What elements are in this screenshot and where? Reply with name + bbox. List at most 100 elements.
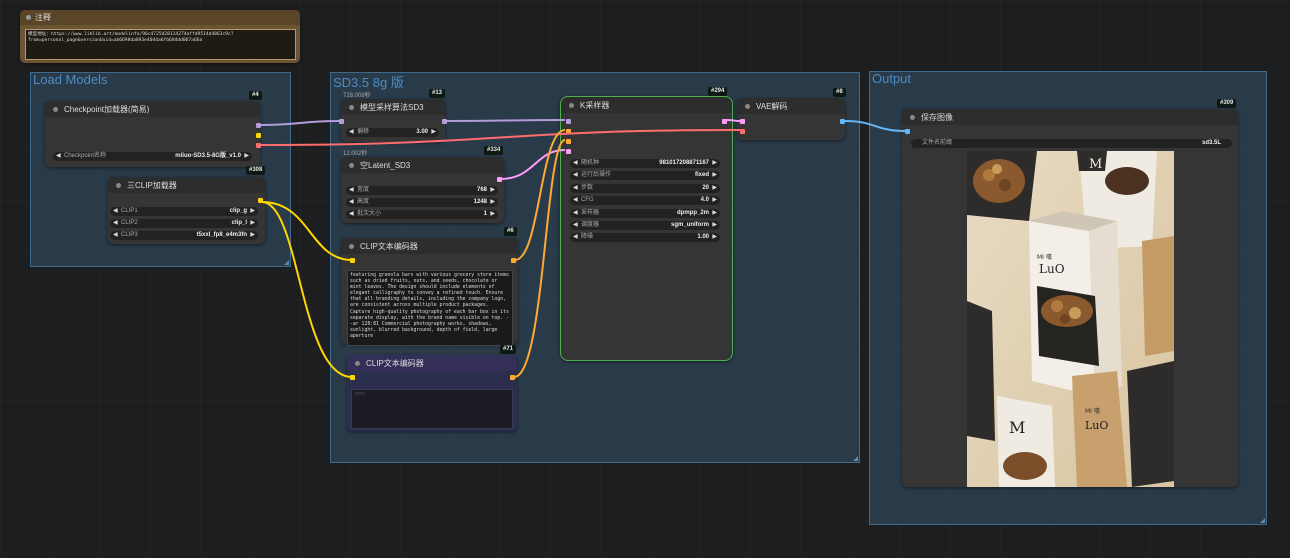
arrow-left-icon[interactable]: ◀ [573,221,578,230]
filename-prefix-input[interactable]: 文件名前缀 sd3.5L [911,139,1232,148]
arrow-right-icon[interactable]: ▶ [712,171,717,180]
checkpoint-loader-node[interactable]: Checkpoint加载器(简易) ◀ Checkpoint名称 miluo-S… [45,101,261,167]
input-port-model[interactable] [566,119,571,124]
input-port-model[interactable] [339,119,344,124]
input-port-vae[interactable] [740,129,745,134]
arrow-right-icon[interactable]: ▶ [431,128,436,137]
arrow-right-icon[interactable]: ▶ [712,184,717,193]
node-title: CLIP文本编码器 [366,359,424,368]
arrow-left-icon[interactable]: ◀ [113,231,118,240]
node-status-dot-icon [910,115,915,120]
width-number-input[interactable]: ◀ 宽度 768 ▶ [346,186,498,195]
arrow-left-icon[interactable]: ◀ [349,210,354,219]
arrow-right-icon[interactable]: ▶ [250,207,255,216]
group-resize-handle[interactable] [284,260,289,265]
output-port-image[interactable] [840,119,845,124]
svg-text:M: M [1009,418,1025,437]
note-node[interactable]: 注释 模型地址：https://www.liblib.art/modelinfo… [20,10,300,63]
node-title: 三CLIP加载器 [127,181,177,190]
arrow-right-icon[interactable]: ▶ [490,198,495,207]
input-port-images[interactable] [905,129,910,134]
arrow-right-icon[interactable]: ▶ [712,221,717,230]
output-port-model[interactable] [442,119,447,124]
arrow-left-icon[interactable]: ◀ [573,184,578,193]
positive-prompt-textarea[interactable]: featuring granola bars with various groc… [347,270,513,346]
group-title-load-models: Load Models [33,72,108,87]
clip1-combo[interactable]: ◀ CLIP1 clip_g ▶ [110,207,258,216]
arrow-left-icon[interactable]: ◀ [573,171,578,180]
output-port-clip[interactable] [256,133,261,138]
arrow-right-icon[interactable]: ▶ [490,186,495,195]
arrow-right-icon[interactable]: ▶ [250,219,255,228]
batch-size-number-input[interactable]: ◀ 批次大小 1 ▶ [346,210,498,219]
ksampler-param-widget[interactable]: ◀ 调度器 sgm_uniform ▶ [570,221,720,230]
node-id-badge: #8 [833,88,846,97]
box-top-left [967,151,1037,221]
shift-number-input[interactable]: ◀ 偏移 3.00 ▶ [346,128,439,137]
arrow-right-icon[interactable]: ▶ [250,231,255,240]
output-port-conditioning[interactable] [511,258,516,263]
arrow-right-icon[interactable]: ▶ [244,152,249,161]
output-port-model[interactable] [256,123,261,128]
ksampler-node[interactable]: K采样器 ◀ 随机种 981017208871167 ▶ ◀ 运行后操作 fixed ▶ ◀ 步数… [560,96,733,361]
arrow-left-icon[interactable]: ◀ [113,219,118,228]
output-port-latent[interactable] [497,177,502,182]
model-sampling-sd3-node[interactable]: 模型采样算法SD3 ◀ 偏移 3.00 ▶ [339,99,447,142]
arrow-left-icon[interactable]: ◀ [573,233,578,242]
arrow-right-icon[interactable]: ▶ [712,209,717,218]
node-status-dot-icon [569,103,574,108]
output-port-latent[interactable] [722,119,727,124]
group-resize-handle[interactable] [1260,518,1265,523]
output-port-conditioning[interactable] [510,375,515,380]
checkpoint-name-combo[interactable]: ◀ Checkpoint名称 miluo-SD3.5-8G版_v1.0 ▶ [53,152,252,161]
arrow-right-icon[interactable]: ▶ [490,210,495,219]
node-status-dot-icon [116,183,121,188]
node-title: 空Latent_SD3 [360,161,411,170]
height-number-input[interactable]: ◀ 高度 1248 ▶ [346,198,498,207]
input-port-clip[interactable] [350,375,355,380]
generated-preview-image[interactable]: M MI 嘆 LuO M MI 嘆 LuO [967,151,1174,487]
triple-clip-loader-node[interactable]: 三CLIP加载器 ◀ CLIP1 clip_g ▶ ◀ CLIP2 clip_l… [108,177,265,244]
ksampler-param-widget[interactable]: ◀ 采样器 dpmpp_2m ▶ [570,208,720,218]
input-port-positive[interactable] [566,129,571,134]
arrow-right-icon[interactable]: ▶ [712,159,717,168]
arrow-left-icon[interactable]: ◀ [573,209,578,218]
ksampler-param-widget[interactable]: ◀ 降噪 1.00 ▶ [570,233,720,243]
node-id-badge: #13 [429,89,446,98]
empty-latent-sd3-node[interactable]: 空Latent_SD3 ◀ 宽度 768 ▶ ◀ 高度 1248 ▶ ◀ 批次大… [341,157,504,223]
ksampler-param-widget[interactable]: ◀ CFG 4.0 ▶ [570,196,720,206]
ksampler-param-widget[interactable]: ◀ 运行后操作 fixed ▶ [570,171,720,181]
arrow-left-icon[interactable]: ◀ [349,198,354,207]
negative-prompt-textarea[interactable]: text [351,389,513,429]
arrow-left-icon[interactable]: ◀ [573,196,578,205]
node-title: CLIP文本编码器 [360,242,418,251]
clip2-combo[interactable]: ◀ CLIP2 clip_l ▶ [110,219,258,228]
vae-decode-node[interactable]: VAE解码 [737,98,845,140]
arrow-left-icon[interactable]: ◀ [573,159,578,168]
arrow-right-icon[interactable]: ▶ [712,196,717,205]
input-port-latent[interactable] [566,149,571,154]
group-resize-handle[interactable] [853,456,858,461]
clip-text-encode-negative-node[interactable]: CLIP文本编码器 text [347,355,517,431]
node-id-badge: #294 [708,87,728,96]
arrow-left-icon[interactable]: ◀ [349,186,354,195]
input-port-samples[interactable] [740,119,745,124]
output-port-vae[interactable] [256,143,261,148]
node-timing: 728.008秒 [343,93,371,99]
input-port-negative[interactable] [566,139,571,144]
input-port-clip[interactable] [350,258,355,263]
ksampler-param-widget[interactable]: ◀ 步数 20 ▶ [570,183,720,193]
ksampler-param-widget[interactable]: ◀ 随机种 981017208871167 ▶ [570,159,720,168]
node-title: VAE解码 [756,102,788,111]
node-status-dot-icon [349,163,354,168]
node-status-dot-icon [349,244,354,249]
output-port-clip[interactable] [258,198,263,203]
box-brand-main: LuO [1039,262,1065,276]
arrow-left-icon[interactable]: ◀ [56,152,61,161]
clip3-combo[interactable]: ◀ CLIP3 t5xxl_fp8_e4m3fn ▶ [110,231,258,240]
arrow-right-icon[interactable]: ▶ [712,233,717,242]
clip-text-encode-positive-node[interactable]: CLIP文本编码器 featuring granola bars with va… [341,238,518,346]
arrow-left-icon[interactable]: ◀ [349,128,354,137]
note-text[interactable]: 模型地址：https://www.liblib.art/modelinfo/96… [25,29,296,60]
arrow-left-icon[interactable]: ◀ [113,207,118,216]
